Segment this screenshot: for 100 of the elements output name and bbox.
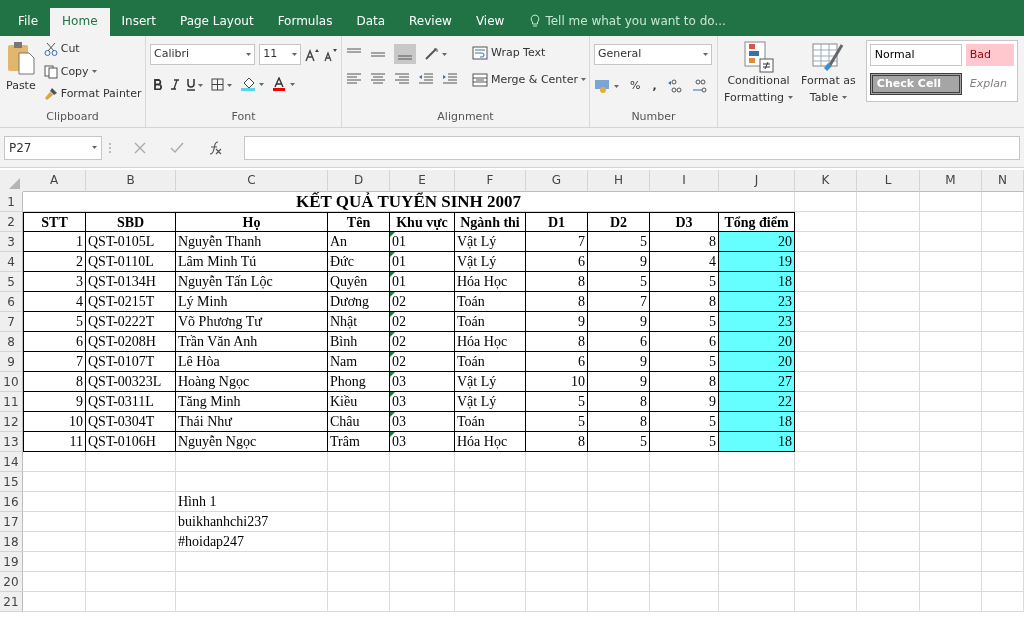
copy-icon[interactable] bbox=[43, 64, 58, 79]
decrease-font-size-icon[interactable] bbox=[323, 47, 337, 62]
column-header[interactable]: F bbox=[455, 170, 526, 192]
borders-icon[interactable] bbox=[211, 77, 233, 91]
row-header[interactable]: 21 bbox=[0, 592, 23, 612]
scissors-icon[interactable] bbox=[43, 42, 58, 57]
caret-icon[interactable] bbox=[580, 78, 586, 82]
row-header[interactable]: 11 bbox=[0, 392, 23, 412]
column-header[interactable]: N bbox=[982, 170, 1024, 192]
fill-color-icon[interactable] bbox=[241, 77, 265, 91]
wrap-text-icon[interactable] bbox=[472, 46, 488, 61]
row-header[interactable]: 17 bbox=[0, 512, 23, 532]
cell-style-option[interactable]: Normal bbox=[869, 44, 962, 66]
row-header[interactable]: 20 bbox=[0, 572, 23, 592]
menu-tab[interactable]: Data bbox=[344, 8, 398, 36]
menu-tab[interactable]: Formulas bbox=[265, 8, 345, 36]
increase-decimal-icon[interactable] bbox=[666, 79, 683, 94]
menu-tab[interactable]: Insert bbox=[109, 8, 168, 36]
column-header[interactable]: E bbox=[390, 170, 455, 192]
conditional-formatting-icon[interactable] bbox=[743, 41, 774, 73]
menu-tab[interactable]: File bbox=[6, 8, 51, 36]
column-header[interactable]: C bbox=[176, 170, 328, 192]
row-header[interactable]: 1 bbox=[0, 192, 23, 212]
format-painter-button[interactable]: Format Painter bbox=[41, 85, 144, 104]
align-center-icon[interactable] bbox=[370, 72, 386, 86]
column-header[interactable]: L bbox=[857, 170, 920, 192]
column-header[interactable]: M bbox=[920, 170, 982, 192]
cell-style-option[interactable]: Bad bbox=[965, 44, 1014, 66]
empty-cell bbox=[455, 532, 526, 552]
tell-me-search[interactable]: Tell me what you want to do... bbox=[545, 12, 726, 30]
cut-button[interactable]: Cut bbox=[41, 40, 144, 59]
comma-style-button[interactable]: , bbox=[650, 77, 659, 96]
row-header[interactable]: 7 bbox=[0, 312, 23, 332]
column-header[interactable]: B bbox=[86, 170, 176, 192]
caret-icon[interactable] bbox=[292, 53, 297, 56]
row-header[interactable]: 2 bbox=[0, 212, 23, 232]
decrease-indent-icon[interactable] bbox=[418, 72, 434, 86]
menu-tab[interactable]: Page Layout bbox=[167, 8, 266, 36]
font-color-icon[interactable] bbox=[273, 77, 297, 91]
decrease-decimal-icon[interactable] bbox=[690, 79, 707, 94]
row-header[interactable]: 4 bbox=[0, 252, 23, 272]
table-paintbrush-icon[interactable] bbox=[812, 41, 845, 73]
menu-tab[interactable]: View bbox=[463, 8, 517, 36]
caret-icon[interactable] bbox=[703, 53, 708, 56]
function-icon[interactable] bbox=[208, 140, 222, 155]
paste-button[interactable]: Paste bbox=[4, 40, 38, 109]
menu-tab[interactable]: Home bbox=[50, 8, 110, 36]
conditional-formatting-button[interactable]: Conditional Formatting bbox=[722, 40, 796, 127]
row-header[interactable]: 8 bbox=[0, 332, 23, 352]
row-header[interactable]: 14 bbox=[0, 452, 23, 472]
column-header[interactable]: I bbox=[650, 170, 719, 192]
align-right-icon[interactable] bbox=[394, 72, 410, 86]
lightbulb-icon[interactable] bbox=[530, 14, 541, 28]
row-header[interactable]: 19 bbox=[0, 552, 23, 572]
align-left-icon[interactable] bbox=[346, 72, 362, 86]
row-header[interactable]: 3 bbox=[0, 232, 23, 252]
clipboard-icon[interactable] bbox=[6, 41, 35, 75]
check-icon[interactable] bbox=[170, 141, 184, 154]
row-header[interactable]: 13 bbox=[0, 432, 23, 452]
number-format-dropdown[interactable]: General bbox=[594, 44, 712, 65]
row-header[interactable]: 9 bbox=[0, 352, 23, 372]
row-header[interactable]: 16 bbox=[0, 492, 23, 512]
bold-icon[interactable] bbox=[154, 78, 163, 90]
column-header[interactable]: K bbox=[795, 170, 857, 192]
caret-icon[interactable] bbox=[842, 96, 848, 100]
caret-icon[interactable] bbox=[91, 70, 97, 74]
copy-button[interactable]: Copy bbox=[41, 62, 144, 81]
row-header[interactable]: 12 bbox=[0, 412, 23, 432]
formula-input[interactable] bbox=[244, 135, 1020, 160]
row-header[interactable]: 6 bbox=[0, 292, 23, 312]
column-header[interactable]: J bbox=[719, 170, 795, 192]
percent-style-button[interactable]: % bbox=[628, 77, 643, 96]
empty-cell bbox=[455, 492, 526, 512]
font-size-dropdown[interactable]: 11 bbox=[259, 44, 301, 65]
caret-icon[interactable] bbox=[246, 53, 252, 56]
increase-font-size-icon[interactable] bbox=[305, 47, 319, 62]
caret-icon[interactable] bbox=[788, 96, 794, 100]
italic-icon[interactable] bbox=[171, 78, 179, 90]
accounting-format-icon[interactable] bbox=[594, 79, 620, 94]
wrap-text-button[interactable]: Wrap Text bbox=[470, 44, 588, 63]
orientation-icon[interactable] bbox=[424, 47, 448, 61]
row-header[interactable]: 10 bbox=[0, 372, 23, 392]
name-box[interactable]: P27 bbox=[4, 135, 102, 160]
row-header[interactable]: 5 bbox=[0, 272, 23, 292]
paintbrush-icon[interactable] bbox=[43, 87, 58, 102]
menu-tab[interactable]: Review bbox=[397, 8, 464, 36]
drag-handle-icon[interactable] bbox=[108, 141, 112, 154]
column-header[interactable]: A bbox=[23, 170, 86, 192]
column-header[interactable]: D bbox=[328, 170, 390, 192]
merge-center-button[interactable]: Merge & Center bbox=[470, 70, 588, 89]
font-name-dropdown[interactable]: Calibri bbox=[150, 44, 256, 65]
caret-icon[interactable] bbox=[92, 146, 97, 149]
column-header[interactable]: H bbox=[588, 170, 650, 192]
column-header[interactable]: G bbox=[526, 170, 588, 192]
underline-icon[interactable] bbox=[187, 77, 203, 91]
merge-cells-icon[interactable] bbox=[472, 72, 488, 87]
row-header[interactable]: 15 bbox=[0, 472, 23, 492]
increase-indent-icon[interactable] bbox=[442, 72, 458, 86]
format-as-table-button[interactable]: Format as Table bbox=[799, 40, 858, 127]
row-header[interactable]: 18 bbox=[0, 532, 23, 552]
